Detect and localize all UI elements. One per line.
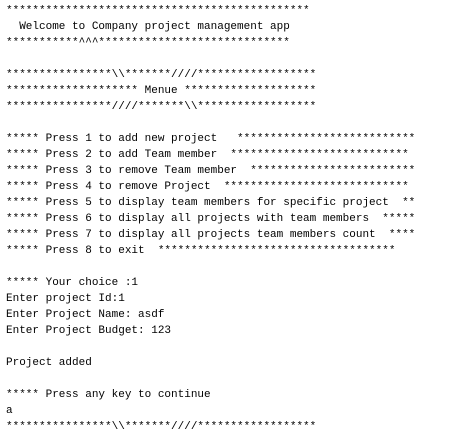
menu-option-8: ***** Press 8 to exit ******************… bbox=[6, 245, 396, 257]
continue-prompt: ***** Press any key to continue bbox=[6, 389, 211, 401]
menu-option-6: ***** Press 6 to display all projects wi… bbox=[6, 213, 416, 225]
user-key-input: a bbox=[6, 405, 13, 417]
choice-prompt: ***** Your choice :1 bbox=[6, 277, 139, 289]
menu-option-7: ***** Press 7 to display all projects te… bbox=[6, 229, 416, 241]
menu-option-1: ***** Press 1 to add new project *******… bbox=[6, 133, 416, 145]
menu-top-border: ****************\\*******////***********… bbox=[6, 69, 317, 81]
menu-option-3: ***** Press 3 to remove Team member ****… bbox=[6, 165, 416, 177]
result-message: Project added bbox=[6, 357, 92, 369]
menu-title: ******************** Menue *************… bbox=[6, 85, 317, 97]
project-name-prompt: Enter Project Name: asdf bbox=[6, 309, 165, 321]
project-id-prompt: Enter project Id:1 bbox=[6, 293, 125, 305]
menu-option-2: ***** Press 2 to add Team member *******… bbox=[6, 149, 409, 161]
menu-bottom-border: ****************////*******\\***********… bbox=[6, 101, 317, 113]
console-output[interactable]: ****************************************… bbox=[6, 3, 461, 429]
menu-option-4: ***** Press 4 to remove Project ********… bbox=[6, 181, 409, 193]
partial-border: ****************\\*******////***********… bbox=[6, 421, 317, 429]
header-top-border: ****************************************… bbox=[6, 5, 310, 17]
welcome-text: Welcome to Company project management ap… bbox=[6, 21, 290, 33]
project-budget-prompt: Enter Project Budget: 123 bbox=[6, 325, 172, 337]
menu-option-5: ***** Press 5 to display team members fo… bbox=[6, 197, 416, 209]
header-bottom-border: ***********^^^**************************… bbox=[6, 37, 290, 49]
